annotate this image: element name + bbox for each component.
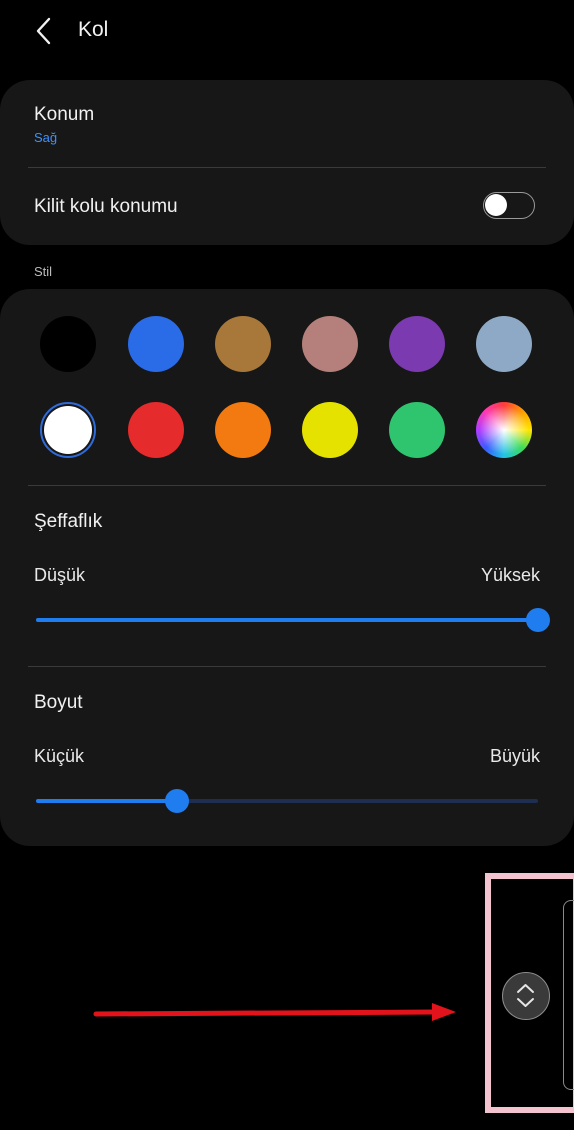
transparency-low-label: Düşük — [34, 565, 86, 585]
konum-value: Sağ — [34, 130, 58, 145]
up-down-chevron-icon — [517, 984, 534, 1007]
divider — [28, 485, 546, 486]
color-swatch-purple[interactable] — [389, 316, 445, 372]
back-button[interactable] — [28, 14, 62, 48]
transparency-title: Şeffaflık — [34, 511, 103, 532]
slider-fill — [36, 799, 177, 803]
slider-thumb[interactable] — [164, 789, 189, 813]
edge-panel-outline — [563, 900, 574, 1090]
style-card: Şeffaflık Düşük Yüksek Boyut Küçük Büyük — [0, 289, 574, 846]
chevron-left-icon — [36, 17, 51, 45]
color-swatch-red[interactable] — [128, 402, 184, 458]
transparency-slider[interactable] — [36, 608, 550, 632]
color-swatch-dusty-rose[interactable] — [302, 316, 358, 372]
edge-panel-handle[interactable] — [502, 972, 550, 1020]
color-swatch-green[interactable] — [389, 402, 445, 458]
size-slider[interactable] — [36, 789, 538, 813]
slider-fill — [36, 618, 538, 622]
size-high-label: Büyük — [489, 746, 540, 766]
position-card: Konum Sağ Kilit kolu konumu — [0, 80, 574, 245]
divider — [28, 666, 546, 667]
color-swatch-light-blue-gray[interactable] — [476, 316, 532, 372]
color-swatch-orange[interactable] — [215, 402, 271, 458]
color-swatch-yellow[interactable] — [302, 402, 358, 458]
color-swatch-blue[interactable] — [128, 316, 184, 372]
kilit-toggle[interactable] — [483, 192, 535, 219]
konum-title: Konum — [34, 104, 95, 125]
transparency-high-label: Yüksek — [480, 565, 540, 585]
size-title: Boyut — [34, 692, 83, 713]
color-swatch-black[interactable] — [40, 316, 96, 372]
page-title: Kol — [78, 18, 109, 41]
toggle-knob — [485, 194, 507, 216]
slider-thumb[interactable] — [526, 608, 550, 632]
color-swatch-bronze[interactable] — [215, 316, 271, 372]
app-header: Kol — [0, 0, 574, 62]
annotation-arrow — [93, 1003, 456, 1021]
divider — [28, 167, 546, 168]
color-swatch-rainbow[interactable] — [476, 402, 532, 458]
stil-section-label: Stil — [34, 264, 53, 279]
kilit-label: Kilit kolu konumu — [34, 196, 178, 217]
color-swatch-white[interactable] — [40, 402, 96, 458]
size-low-label: Küçük — [34, 746, 85, 766]
